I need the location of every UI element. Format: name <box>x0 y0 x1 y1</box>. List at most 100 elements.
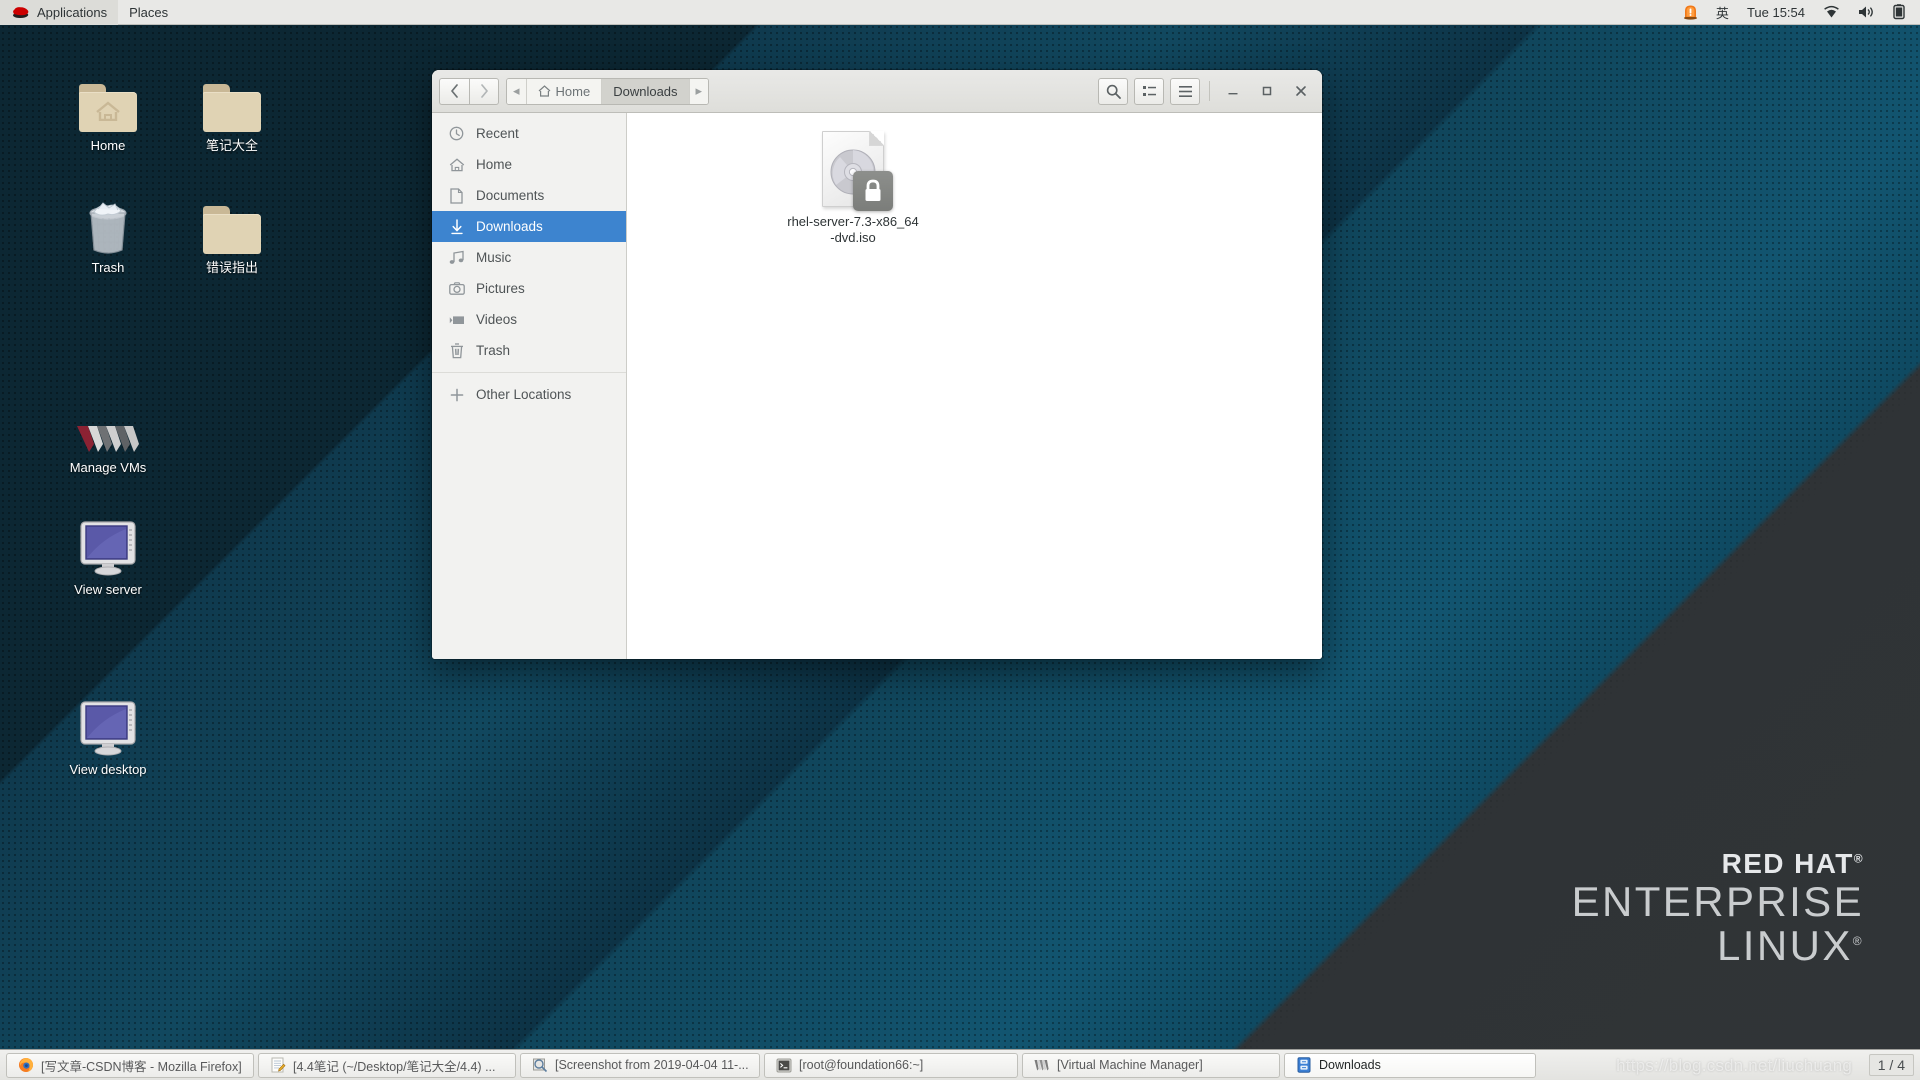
taskbar-button-downloads[interactable]: Downloads <box>1284 1052 1536 1078</box>
battery-icon[interactable] <box>1886 0 1912 25</box>
rhel-brand-watermark: RED HAT® ENTERPRISE LINUX® <box>1572 848 1864 968</box>
input-method-indicator[interactable]: 英 <box>1709 0 1736 25</box>
applications-menu-label: Applications <box>37 4 108 20</box>
breadcrumb-label: Home <box>555 83 591 99</box>
desktop-icon-notes[interactable]: 笔记大全 <box>180 68 284 154</box>
header-separator <box>1209 81 1210 101</box>
desktop-icon-label: Trash <box>91 260 125 275</box>
menu-icon <box>1178 85 1192 97</box>
places-menu-label: Places <box>129 4 169 20</box>
breadcrumb-scroll-left[interactable]: ◂ <box>507 78 527 104</box>
volume-icon[interactable] <box>1851 0 1882 25</box>
breadcrumb-label: Downloads <box>613 83 678 99</box>
forward-button[interactable] <box>469 77 499 105</box>
taskbar-right-area: 1 / 4 <box>1868 1054 1920 1076</box>
search-button[interactable] <box>1098 77 1128 105</box>
taskbar-window-list: [写文章-CSDN博客 - Mozilla Firefox] [4.4笔记 (~… <box>0 1052 1538 1078</box>
sidebar-item-trash[interactable]: Trash <box>432 335 626 366</box>
back-button[interactable] <box>439 77 469 105</box>
close-button[interactable] <box>1287 77 1315 105</box>
top-panel: Applications Places 英 Tue 15:54 <box>0 0 1920 25</box>
sidebar-item-label: Videos <box>476 312 518 327</box>
video-icon <box>448 311 465 328</box>
places-menu[interactable]: Places <box>118 0 179 25</box>
brand-line-1: RED HAT <box>1721 847 1854 879</box>
trash-icon <box>448 342 465 359</box>
taskbar-button-label: Downloads <box>1319 1058 1381 1072</box>
desktop-icon-label: Manage VMs <box>69 460 147 475</box>
sidebar-item-recent[interactable]: Recent <box>432 118 626 149</box>
taskbar-button-firefox[interactable]: [写文章-CSDN博客 - Mozilla Firefox] <box>6 1052 254 1078</box>
applications-menu[interactable]: Applications <box>0 0 119 25</box>
sidebar-item-label: Home <box>476 157 513 172</box>
sidebar-item-videos[interactable]: Videos <box>432 304 626 335</box>
taskbar-button-terminal[interactable]: [root@foundation66:~] <box>764 1052 1018 1078</box>
file-manager-header-bar: ◂ Home Downloads ▸ <box>432 70 1322 113</box>
folder-icon <box>180 68 284 132</box>
breadcrumb-item-downloads[interactable]: Downloads <box>602 78 690 104</box>
sidebar-item-label: Downloads <box>476 219 543 234</box>
sidebar-item-home[interactable]: Home <box>432 149 626 180</box>
desktop-icon-view-desktop[interactable]: View desktop <box>56 692 160 778</box>
taskbar-button-label: [Virtual Machine Manager] <box>1057 1058 1203 1072</box>
home-glyph-icon <box>96 101 120 121</box>
camera-icon <box>448 280 465 297</box>
brand-line-2: ENTERPRISE <box>1571 877 1864 925</box>
workspace-indicator[interactable]: 1 / 4 <box>1868 1054 1914 1076</box>
clock-icon <box>448 125 465 142</box>
sidebar-divider <box>432 372 626 373</box>
sidebar-item-music[interactable]: Music <box>432 242 626 273</box>
desktop-icon-home[interactable]: Home <box>56 68 160 154</box>
vm-icon <box>1033 1057 1050 1074</box>
desktop-icon-errors[interactable]: 错误指出 <box>180 190 284 276</box>
registered-mark: ® <box>1853 851 1864 866</box>
monitor-icon <box>56 512 160 576</box>
navigation-buttons <box>439 77 499 105</box>
image-viewer-icon <box>531 1057 548 1074</box>
clock[interactable]: Tue 15:54 <box>1740 0 1812 25</box>
breadcrumb-item-home[interactable]: Home <box>526 78 603 104</box>
desktop-icon-manage-vms[interactable]: Manage VMs <box>50 390 166 476</box>
sidebar-item-other-locations[interactable]: Other Locations <box>432 379 626 410</box>
sidebar-item-downloads[interactable]: Downloads <box>432 211 626 242</box>
vm-logo-icon <box>50 390 166 454</box>
desktop-icon-label: 错误指出 <box>205 260 258 275</box>
wifi-icon[interactable] <box>1816 0 1847 25</box>
file-manager-window: ◂ Home Downloads ▸ Recent Home Documents… <box>432 70 1322 659</box>
breadcrumb-scroll-right[interactable]: ▸ <box>689 78 709 104</box>
file-manager-content-area[interactable]: rhel-server-7.3-x86_64-dvd.iso <box>627 113 1322 659</box>
search-icon <box>1106 84 1121 99</box>
sidebar-item-documents[interactable]: Documents <box>432 180 626 211</box>
minimize-button[interactable] <box>1219 77 1247 105</box>
hamburger-menu-button[interactable] <box>1170 77 1200 105</box>
alert-notification-icon[interactable] <box>1676 0 1705 25</box>
taskbar-button-virt-manager[interactable]: [Virtual Machine Manager] <box>1022 1052 1280 1078</box>
sidebar-item-label: Trash <box>476 343 511 358</box>
document-icon <box>448 187 465 204</box>
sidebar-item-label: Other Locations <box>476 387 572 402</box>
desktop-icon-label: Home <box>90 138 126 153</box>
file-name-label: rhel-server-7.3-x86_64-dvd.iso <box>787 214 919 246</box>
taskbar-button-screenshot[interactable]: [Screenshot from 2019-04-04 11-... <box>520 1052 760 1078</box>
monitor-icon <box>56 692 160 756</box>
desktop-icon-view-server[interactable]: View server <box>56 512 160 598</box>
file-manager-body: Recent Home Documents Downloads Music Pi… <box>432 113 1322 659</box>
desktop-icon-trash[interactable]: Trash <box>56 190 160 276</box>
file-item[interactable]: rhel-server-7.3-x86_64-dvd.iso <box>787 129 919 247</box>
view-grid-button[interactable] <box>1134 77 1164 105</box>
sidebar-item-label: Pictures <box>476 281 525 296</box>
redhat-logo-icon <box>11 5 30 19</box>
folder-icon <box>180 190 284 254</box>
sidebar-item-pictures[interactable]: Pictures <box>432 273 626 304</box>
taskbar: [写文章-CSDN博客 - Mozilla Firefox] [4.4笔记 (~… <box>0 1049 1920 1080</box>
text-editor-icon <box>269 1057 286 1074</box>
file-manager-sidebar: Recent Home Documents Downloads Music Pi… <box>432 113 627 659</box>
taskbar-button-text-editor[interactable]: [4.4笔记 (~/Desktop/笔记大全/4.4) ... <box>258 1052 516 1078</box>
taskbar-button-label: [Screenshot from 2019-04-04 11-... <box>555 1058 749 1072</box>
taskbar-button-label: [root@foundation66:~] <box>799 1058 924 1072</box>
desktop-icon-label: View desktop <box>69 762 147 777</box>
home-icon <box>538 85 550 97</box>
lock-badge-icon <box>853 171 893 211</box>
header-right-controls <box>1098 77 1315 105</box>
maximize-button[interactable] <box>1253 77 1281 105</box>
